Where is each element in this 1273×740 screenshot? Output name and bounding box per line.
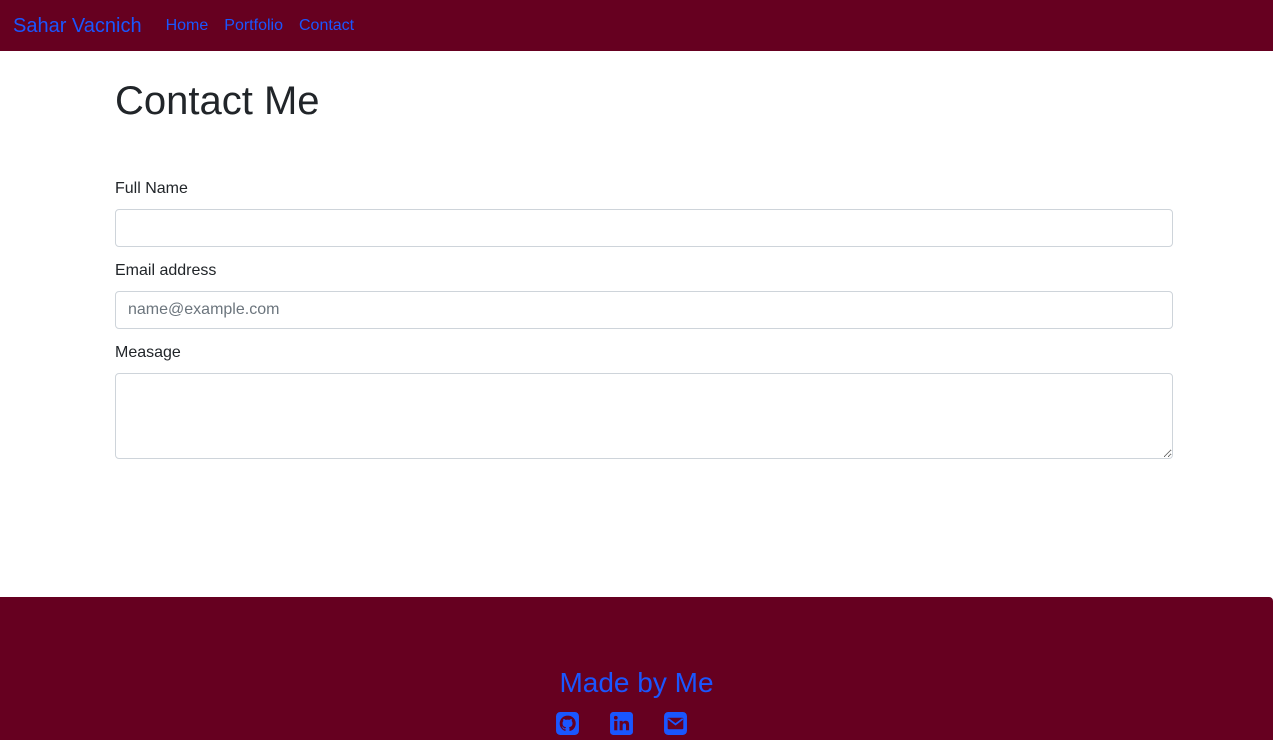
- github-icon[interactable]: [555, 711, 580, 736]
- full-name-label: Full Name: [115, 180, 188, 197]
- navbar: Sahar Vacnich Home Portfolio Contact: [0, 0, 1273, 51]
- nav-link-contact[interactable]: Contact: [299, 17, 354, 34]
- linkedin-icon[interactable]: [609, 711, 634, 736]
- message-group: Measage: [115, 343, 1173, 459]
- email-label: Email address: [115, 262, 217, 279]
- main-content: Contact Me Full Name Email address Measa…: [115, 51, 1173, 473]
- contact-form: Full Name Email address Measage: [115, 179, 1173, 459]
- full-name-group: Full Name: [115, 179, 1173, 247]
- message-textarea[interactable]: [115, 373, 1173, 459]
- envelope-icon[interactable]: [663, 711, 688, 736]
- footer-title: Made by Me: [559, 667, 714, 698]
- full-name-input[interactable]: [115, 209, 1173, 247]
- message-label: Measage: [115, 344, 181, 361]
- brand-link[interactable]: Sahar Vacnich: [13, 16, 142, 36]
- nav-link-home[interactable]: Home: [166, 17, 209, 34]
- email-group: Email address: [115, 261, 1173, 329]
- footer: Made by Me: [0, 597, 1273, 740]
- nav-link-portfolio[interactable]: Portfolio: [224, 17, 283, 34]
- footer-social-links: [555, 711, 717, 736]
- page-title: Contact Me: [115, 79, 320, 123]
- email-input[interactable]: [115, 291, 1173, 329]
